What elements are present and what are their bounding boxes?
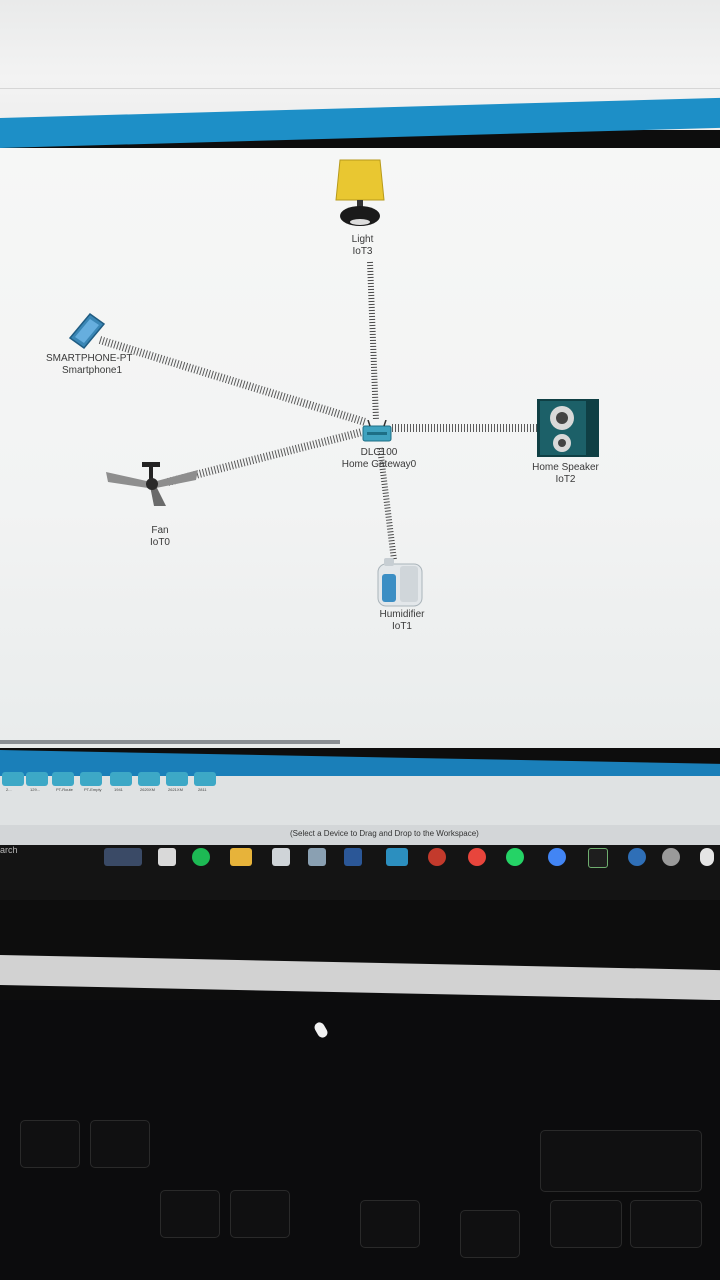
gateway-id: Home Gateway0: [341, 459, 417, 470]
speaker-id: IoT2: [555, 474, 576, 485]
palette-label: 2620XM: [140, 787, 155, 792]
fan-label: Fan IoT0: [140, 525, 180, 549]
palette-device-icon[interactable]: [26, 772, 48, 786]
packet-tracer-icon[interactable]: [386, 848, 408, 866]
palette-device-icon[interactable]: [138, 772, 160, 786]
humidifier-id: IoT1: [391, 621, 412, 632]
fan-name: Fan: [151, 525, 169, 536]
taskbar-search-text[interactable]: arch: [0, 845, 18, 855]
speaker-label: Home Speaker IoT2: [518, 462, 613, 486]
light-device[interactable]: [330, 158, 390, 228]
speaker-icon: [537, 399, 599, 457]
humidifier-name: Humidifier: [379, 609, 425, 620]
light-id: IoT3: [352, 246, 373, 257]
palette-label: 1941: [114, 787, 123, 792]
palette-label: 2621XM: [168, 787, 183, 792]
palette-label: 129...: [30, 787, 41, 792]
gateway-name: DLC100: [360, 447, 398, 458]
palette-label: PT-Route: [56, 787, 73, 792]
palette-device-icon[interactable]: [80, 772, 102, 786]
status-hint-text: (Select a Device to Drag and Drop to the…: [290, 829, 479, 838]
laptop-keyboard: [0, 1000, 720, 1280]
humidifier-label: Humidifier IoT1: [372, 609, 432, 633]
palette-label: PT-Empty: [84, 787, 102, 792]
folder-icon[interactable]: [230, 848, 252, 866]
spotify-icon[interactable]: [192, 848, 210, 866]
horizontal-scrollbar[interactable]: [0, 740, 340, 744]
taskbar-app-icon[interactable]: [104, 848, 142, 866]
smartphone-icon: [68, 312, 106, 350]
keyboard-key: [230, 1190, 290, 1238]
ceiling-fan-icon: [106, 462, 198, 506]
whatsapp-icon[interactable]: [506, 848, 524, 866]
gateway-label: DLC100 Home Gateway0: [334, 447, 424, 471]
keyboard-key: [20, 1120, 80, 1168]
gear-icon[interactable]: [628, 848, 646, 866]
light-name: Light: [351, 234, 374, 245]
laptop-bezel: [0, 955, 720, 1001]
taskbar-app-icon[interactable]: [158, 848, 176, 866]
keyboard-key: [630, 1200, 702, 1248]
humidifier-icon: [377, 558, 423, 607]
taskbar-app-icon[interactable]: [700, 848, 714, 866]
keyboard-key: [550, 1200, 622, 1248]
keyboard-key: [360, 1200, 420, 1248]
keyboard-key: [90, 1120, 150, 1168]
smartphone-label: SMARTPHONE-PT Smartphone1: [46, 353, 146, 377]
keyboard-key: [160, 1190, 220, 1238]
humidifier-device[interactable]: [374, 556, 426, 608]
palette-label: 2811: [198, 787, 207, 792]
taskbar-app-icon[interactable]: [308, 848, 326, 866]
smartphone-name: SMARTPHONE-PT: [46, 353, 133, 364]
gateway-icon: [362, 419, 392, 442]
powerpoint-icon[interactable]: [428, 848, 446, 866]
smartphone-device[interactable]: [66, 312, 108, 352]
store-icon[interactable]: [272, 848, 290, 866]
chrome-icon[interactable]: [468, 848, 486, 866]
fan-device[interactable]: [104, 460, 200, 508]
link-light-gateway: [367, 261, 379, 421]
chrome-icon[interactable]: [548, 848, 566, 866]
palette-device-icon[interactable]: [166, 772, 188, 786]
palette-device-icon[interactable]: [110, 772, 132, 786]
terminal-icon[interactable]: [588, 848, 608, 868]
home-gateway-device[interactable]: [362, 419, 392, 442]
smartphone-id: Smartphone1: [62, 365, 123, 376]
word-icon[interactable]: [344, 848, 362, 866]
fan-id: IoT0: [149, 537, 170, 548]
keyboard-key: [540, 1130, 702, 1192]
speaker-name: Home Speaker: [532, 462, 599, 473]
palette-label: 2...: [6, 787, 12, 792]
taskbar-app-icon[interactable]: [662, 848, 680, 866]
palette-device-icon[interactable]: [2, 772, 24, 786]
keyboard-key: [460, 1210, 520, 1258]
lamp-icon: [335, 159, 385, 226]
palette-device-icon[interactable]: [52, 772, 74, 786]
home-speaker-device[interactable]: [536, 398, 600, 458]
palette-device-icon[interactable]: [194, 772, 216, 786]
light-label: Light IoT3: [340, 234, 385, 258]
